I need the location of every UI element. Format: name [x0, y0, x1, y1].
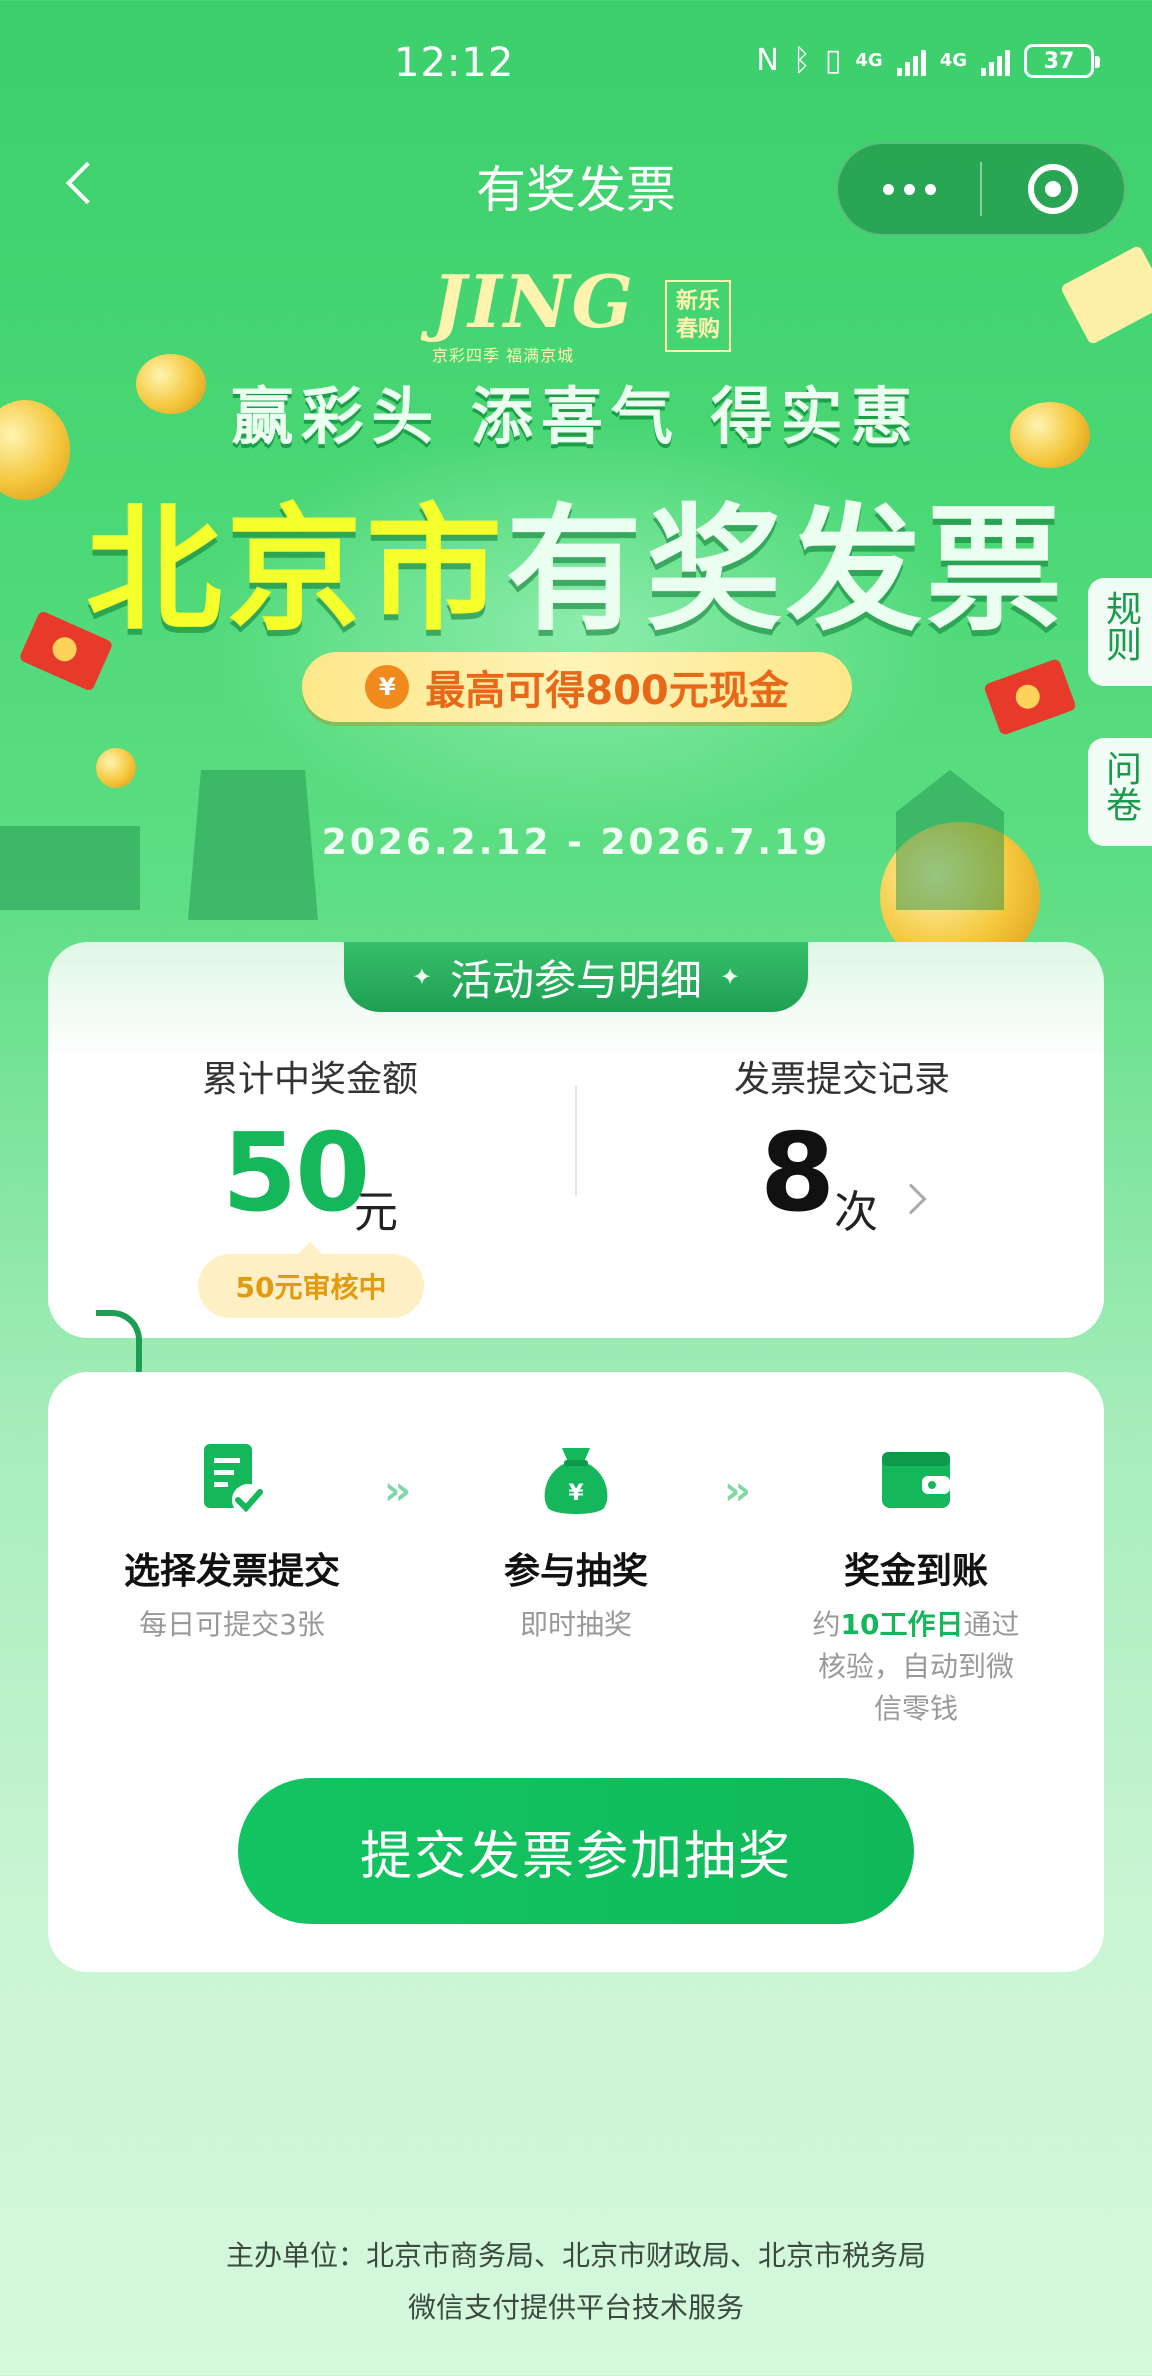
status-time: 12:12	[394, 40, 515, 86]
sparkle-icon: ✦	[411, 963, 432, 991]
money-bag-icon: ¥	[544, 1448, 608, 1514]
ticket-decoration-icon	[1059, 244, 1152, 346]
status-bar: 12:12 N ᛒ ▯ 4G 4G 37	[0, 0, 1152, 130]
step-desc: 约10工作日通过核验，自动到微信零钱	[806, 1604, 1026, 1730]
detail-card-title: 活动参与明细	[449, 955, 702, 1005]
step-desc: 即时抽奖	[519, 1608, 632, 1641]
bluetooth-icon: ᛒ	[792, 43, 811, 78]
hero-title-main: 有奖发票	[506, 492, 1066, 650]
survey-tab[interactable]: 问卷	[1088, 738, 1152, 846]
prize-total-amount: 50	[222, 1111, 370, 1236]
step-desc: 每日可提交3张	[139, 1608, 325, 1641]
yen-coin-icon: ¥	[365, 665, 410, 709]
hero-title: 北京市有奖发票	[0, 460, 1152, 657]
rules-tab-label: 规则	[1100, 590, 1141, 662]
red-packet-icon	[983, 657, 1077, 737]
invoice-check-icon	[204, 1444, 264, 1516]
detail-card-header: ✦ 活动参与明细 ✦	[344, 942, 808, 1012]
submission-record-label: 发票提交记录	[733, 1059, 950, 1100]
status-icons: N ᛒ ▯ 4G 4G 37	[756, 43, 1100, 78]
nfc-icon: N	[756, 43, 779, 78]
step-title: 奖金到账	[843, 1551, 988, 1592]
step-title: 选择发票提交	[123, 1551, 340, 1592]
submission-count: 8	[760, 1111, 836, 1236]
mini-program-capsule	[836, 142, 1126, 236]
footer-tech: 微信支付提供平台技术服务	[407, 2291, 744, 2324]
submit-invoice-button[interactable]: 提交发票参加抽奖	[238, 1778, 914, 1924]
step-arrow-icon: ››	[384, 1468, 411, 1514]
svg-text:¥: ¥	[568, 1481, 584, 1506]
target-close-icon	[1027, 164, 1078, 214]
hero-title-city: 北京市	[86, 492, 506, 650]
review-status-badge: 50元审核中	[198, 1242, 424, 1318]
step-arrow-icon: ››	[724, 1468, 751, 1514]
more-button[interactable]	[838, 144, 980, 234]
step-title: 参与抽奖	[503, 1551, 648, 1592]
campaign-dates: 2026.2.12 - 2026.7.19	[321, 822, 831, 863]
network-type-1: 4G	[855, 50, 883, 71]
signal-bars-2-icon	[981, 46, 1010, 76]
logo-text: JING	[432, 259, 636, 344]
more-dots-icon	[882, 183, 894, 195]
prize-total-label: 累计中奖金额	[201, 1059, 418, 1100]
seal-text: 新乐 春购	[676, 289, 721, 342]
step-submit-invoice: 选择发票提交 每日可提交3张	[72, 1440, 392, 1646]
network-type-2: 4G	[939, 50, 967, 71]
step-prize-arrival: 奖金到账 约10工作日通过核验，自动到微信零钱	[756, 1440, 1076, 1730]
signal-bars-1-icon	[896, 46, 926, 76]
sparkle-icon: ✦	[720, 963, 741, 991]
step-join-lottery: ¥ 参与抽奖 即时抽奖	[416, 1440, 736, 1646]
hero-slogan: 赢彩头 添喜气 得实惠	[231, 380, 921, 453]
submission-count-unit: 次	[834, 1187, 878, 1238]
prize-total-unit: 元	[354, 1187, 398, 1238]
rules-tab[interactable]: 规则	[1088, 578, 1152, 686]
max-prize-pill: ¥ 最高可得800元现金	[302, 652, 852, 722]
survey-tab-label: 问卷	[1100, 750, 1141, 822]
logo-subtitle: 京彩四季 福满京城	[432, 346, 575, 365]
close-mini-program-button[interactable]	[982, 144, 1124, 234]
stat-divider	[575, 1086, 577, 1196]
coin-decoration-icon	[96, 748, 136, 788]
seal-badge: 新乐 春购	[665, 280, 732, 352]
max-prize-text: 最高可得800元现金	[425, 668, 789, 714]
step-desc-highlight: 10工作日	[840, 1608, 964, 1641]
footer-organizer: 主办单位：北京市商务局、北京市财政局、北京市税务局	[225, 2239, 926, 2272]
wallet-icon	[882, 1452, 950, 1508]
step-desc-prefix: 约	[812, 1608, 841, 1641]
campaign-logo: JING 京彩四季 福满京城 新乐 春购	[432, 259, 732, 366]
battery-indicator: 37	[1024, 44, 1100, 78]
vibrate-icon: ▯	[824, 43, 842, 78]
